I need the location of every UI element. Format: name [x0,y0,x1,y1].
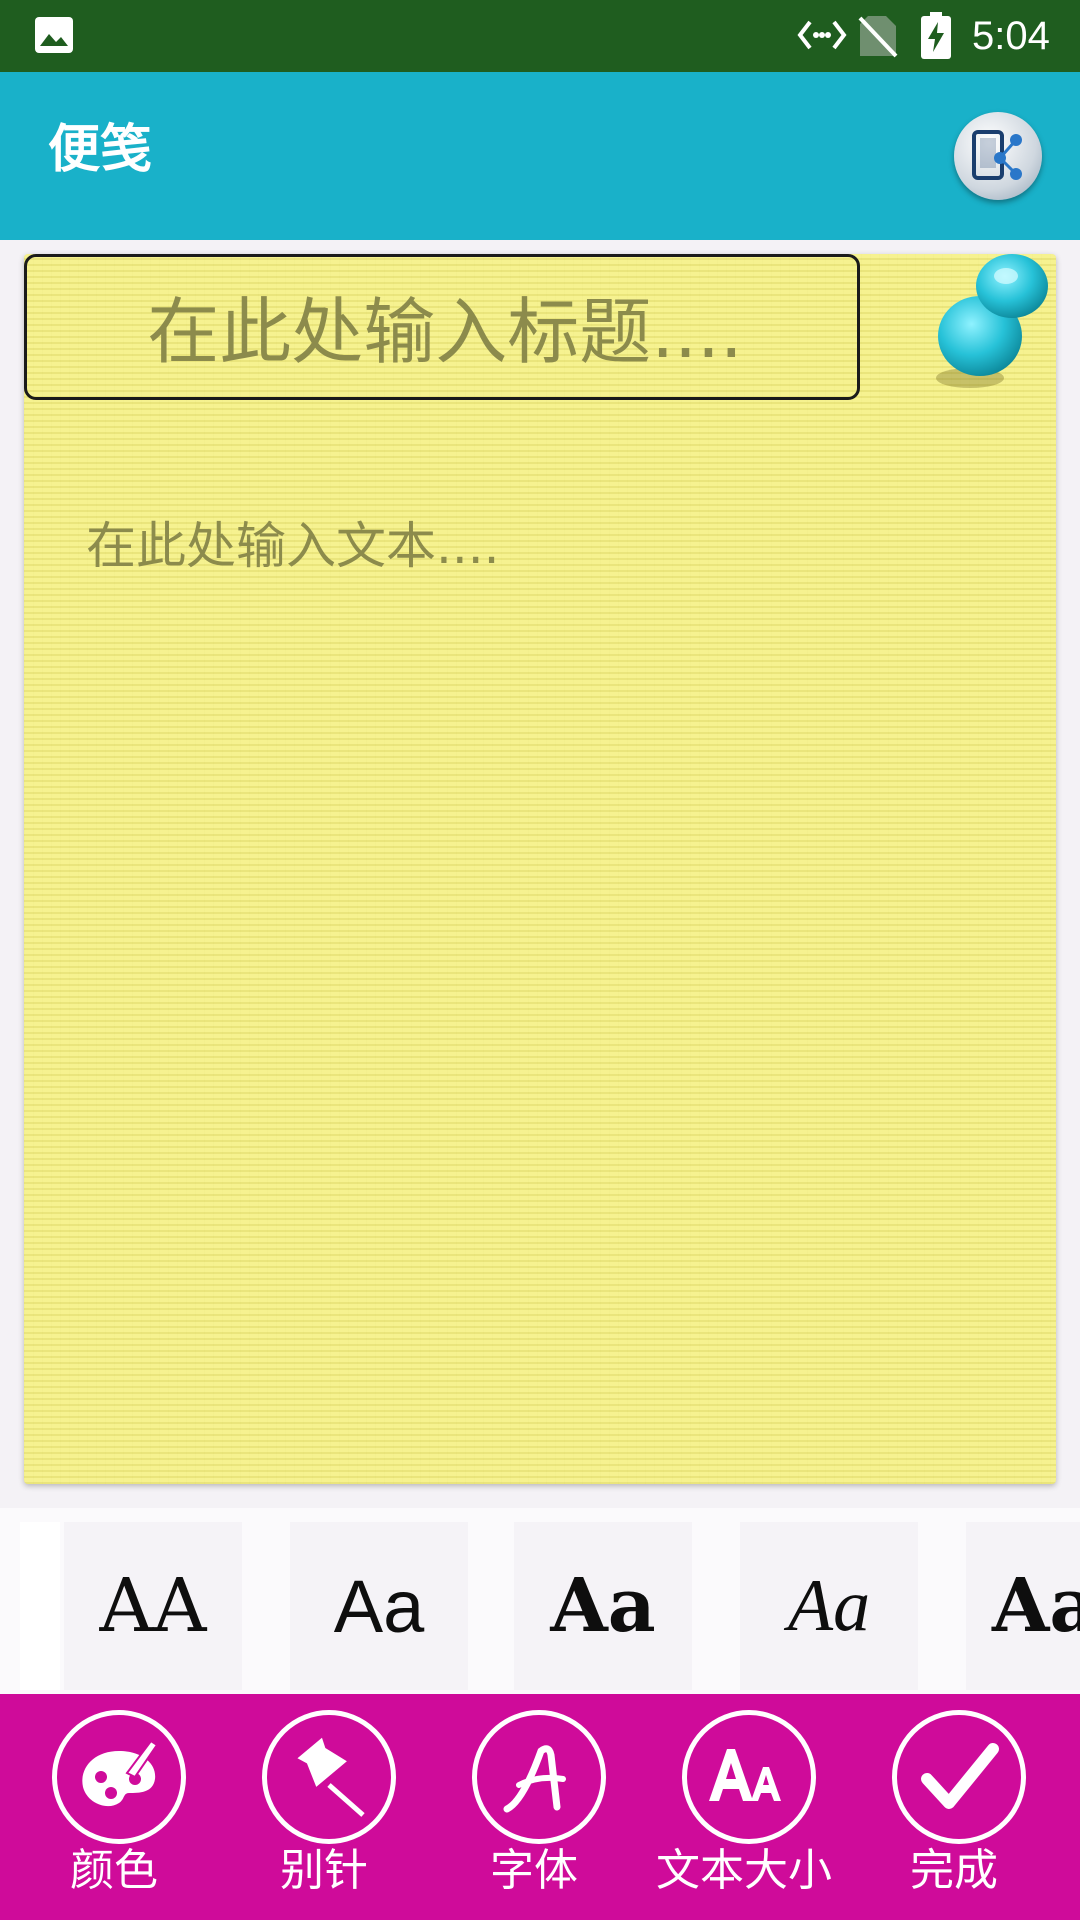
title-placeholder: 在此处输入标题.... [147,290,743,374]
share-button[interactable] [954,112,1042,200]
done-button[interactable]: 完成 [860,1710,1060,1920]
battery-charging-icon [921,12,951,59]
sticky-note: 在此处输入标题.... 在此处输入文本.... [24,254,1056,1484]
font-options-strip[interactable]: AA Aa Aa Aa Aa [0,1508,1080,1694]
font-option-1[interactable]: AA [64,1522,242,1690]
font-button-label: 字体 [490,1845,578,1896]
gallery-icon [35,17,73,53]
font-option-3[interactable]: Aa [514,1522,692,1690]
share-note-icon [972,130,1022,180]
pin-icon [297,1737,365,1817]
color-button-circle [52,1710,186,1844]
pushpin-icon[interactable] [912,250,1062,400]
color-button[interactable]: 颜色 [20,1710,220,1920]
done-button-label: 完成 [910,1845,998,1896]
pin-button-label: 别针 [280,1845,368,1896]
done-button-circle [892,1710,1026,1844]
text-size-button-circle [682,1710,816,1844]
no-sim-icon [858,16,898,58]
font-icon [503,1745,566,1813]
font-button[interactable]: 字体 [440,1710,640,1920]
text-size-button-label: 文本大小 [656,1845,832,1896]
page-title: 便笺 [48,120,153,180]
color-button-label: 颜色 [70,1845,158,1896]
font-option-4[interactable]: Aa [740,1522,918,1690]
status-bar: 5:04 [0,0,1080,72]
text-size-icon [709,1749,781,1801]
note-body-input[interactable]: 在此处输入文本.... [86,516,500,576]
font-option-5[interactable]: Aa [966,1522,1080,1690]
font-button-circle [472,1710,606,1844]
note-title-input[interactable]: 在此处输入标题.... [24,254,860,400]
font-option-2[interactable]: Aa [290,1522,468,1690]
data-transfer-icon [797,20,847,50]
checkmark-icon [921,1743,999,1809]
app-bar: 便笺 [0,72,1080,240]
pin-button-circle [262,1710,396,1844]
pin-button[interactable]: 别针 [230,1710,430,1920]
bottom-toolbar: 颜色 别针 字体 文本大小 完成 [0,1694,1080,1920]
font-option-partial[interactable] [20,1522,60,1690]
palette-icon [82,1739,159,1807]
status-time: 5:04 [972,14,1050,58]
text-size-button[interactable]: 文本大小 [650,1710,850,1920]
